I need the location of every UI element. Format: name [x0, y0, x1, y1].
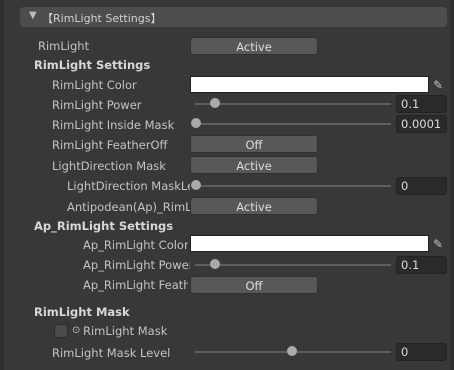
- rimlight-inside-mask-field[interactable]: 0.0001: [396, 115, 447, 133]
- lightdirection-mask-button[interactable]: Active: [190, 156, 318, 174]
- rimlight-mask-level-field[interactable]: 0: [396, 343, 447, 361]
- foldout-title: 【RimLight Settings】: [42, 12, 162, 25]
- rimlight-inside-mask-slider-knob[interactable]: [191, 118, 201, 128]
- rimlight-inside-mask-label: RimLight Inside Mask: [52, 118, 175, 132]
- rimlight-mask-texture-label: RimLight Mask: [83, 324, 168, 338]
- antipodean-rimlight-button[interactable]: Active: [190, 197, 318, 215]
- lightdirection-masklevel-slider-knob[interactable]: [191, 180, 201, 190]
- rimlight-mask-heading: RimLight Mask: [34, 305, 130, 319]
- ap-rimlight-featheroff-label: Ap_RimLight FeatherOff: [83, 278, 188, 292]
- ap-rimlight-power-slider-knob[interactable]: [210, 259, 220, 269]
- ap-rimlight-featheroff-button[interactable]: Off: [190, 276, 318, 294]
- circle-dot-icon[interactable]: ⊙: [72, 323, 80, 339]
- scrollbar[interactable]: [450, 0, 454, 370]
- rimlight-featheroff-button[interactable]: Off: [190, 135, 318, 153]
- ap-rimlight-color-swatch[interactable]: [190, 235, 429, 252]
- eyedropper-icon[interactable]: ✎: [431, 237, 445, 251]
- foldout-arrow-icon: ▼: [29, 10, 37, 21]
- rimlight-power-label: RimLight Power: [52, 98, 142, 112]
- rimlight-inside-mask-slider-track[interactable]: [195, 123, 391, 125]
- ap-rimlight-power-slider-track[interactable]: [195, 264, 391, 266]
- rimlight-color-swatch[interactable]: [190, 76, 429, 93]
- left-panel-edge: [0, 0, 4, 370]
- rimlight-power-slider-track[interactable]: [195, 103, 391, 105]
- lightdirection-masklevel-label: LightDirection MaskLevel: [67, 179, 190, 193]
- ap-rimlight-settings-heading: Ap_RimLight Settings: [34, 219, 174, 233]
- lightdirection-masklevel-field[interactable]: 0: [396, 177, 447, 195]
- rimlight-color-label: RimLight Color: [52, 78, 137, 92]
- ap-rimlight-color-label: Ap_RimLight Color: [83, 238, 188, 252]
- eyedropper-icon[interactable]: ✎: [431, 78, 445, 92]
- lightdirection-masklevel-slider-track[interactable]: [195, 185, 391, 187]
- antipodean-rimlight-label: Antipodean(Ap)_RimLight: [67, 200, 190, 214]
- rimlight-mask-texture-slot[interactable]: [54, 324, 68, 338]
- ap-rimlight-power-label: Ap_RimLight Power: [83, 258, 190, 272]
- rimlight-settings-foldout-header[interactable]: ▼ 【RimLight Settings】: [20, 7, 447, 27]
- rimlight-featheroff-label: RimLight FeatherOff: [52, 138, 168, 152]
- rimlight-settings-heading: RimLight Settings: [34, 58, 151, 72]
- rimlight-label: RimLight: [38, 39, 90, 53]
- ap-rimlight-power-field[interactable]: 0.1: [396, 256, 447, 274]
- rimlight-toggle-button[interactable]: Active: [190, 37, 318, 55]
- rimlight-mask-level-label: RimLight Mask Level: [52, 346, 171, 360]
- rimlight-power-field[interactable]: 0.1: [396, 95, 447, 113]
- rimlight-power-slider-knob[interactable]: [210, 98, 220, 108]
- lightdirection-mask-label: LightDirection Mask: [52, 159, 166, 173]
- rimlight-mask-level-slider-knob[interactable]: [287, 346, 297, 356]
